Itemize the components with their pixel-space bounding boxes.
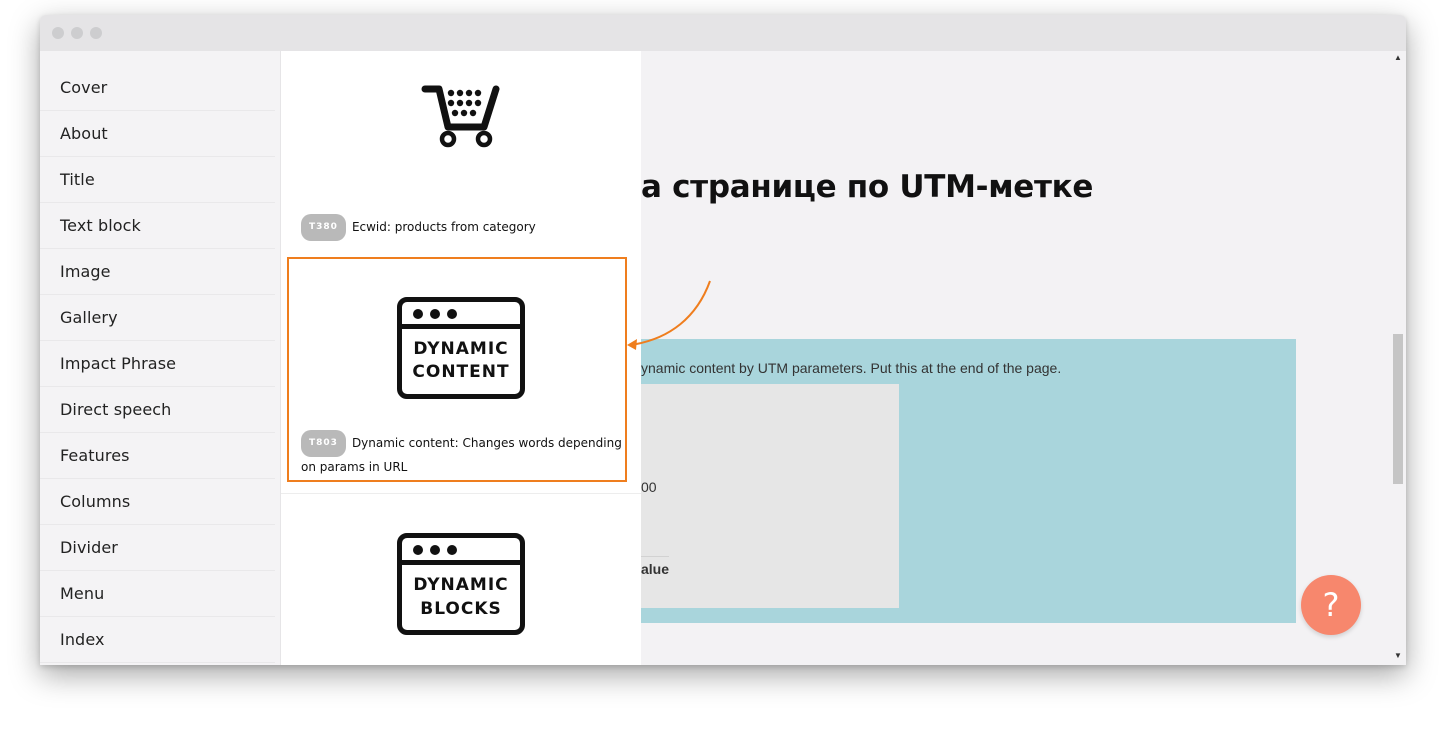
- scroll-down-arrow-icon[interactable]: ▼: [1394, 651, 1402, 660]
- preview-heading: а странице по UTM-метке: [641, 169, 1094, 205]
- field-underline: [641, 556, 669, 557]
- question-mark-icon: ?: [1322, 586, 1340, 624]
- category-impact-phrase[interactable]: Impact Phrase: [40, 341, 275, 387]
- settings-box: 00 alue: [641, 384, 899, 608]
- window-close-dot[interactable]: [52, 27, 64, 39]
- help-button[interactable]: ?: [1301, 575, 1361, 635]
- curved-arrow-icon: [627, 280, 711, 350]
- browser-window: Cover About Title Text block Image Galle…: [40, 15, 1406, 665]
- icon-text-line-1: DYNAMIC: [413, 575, 509, 595]
- block-caption: T803 Dynamic content: Changes words depen…: [301, 430, 623, 478]
- category-about[interactable]: About: [40, 111, 275, 157]
- category-label: Gallery: [60, 308, 118, 327]
- window-titlebar: [40, 15, 1406, 51]
- window-maximize-dot[interactable]: [90, 27, 102, 39]
- category-label: Impact Phrase: [60, 354, 177, 373]
- window-minimize-dot[interactable]: [71, 27, 83, 39]
- category-label: Image: [60, 262, 111, 281]
- scroll-thumb[interactable]: [1393, 334, 1403, 484]
- category-label: Title: [60, 170, 95, 189]
- dynamic-content-block[interactable]: ynamic content by UTM parameters. Put th…: [641, 339, 1296, 623]
- category-label: About: [60, 124, 108, 143]
- dynamic-blocks-icon: DYNAMIC BLOCKS: [397, 533, 527, 637]
- category-features[interactable]: Features: [40, 433, 275, 479]
- block-category-menu: Cover About Title Text block Image Galle…: [40, 51, 281, 665]
- block-code-badge: T803: [301, 430, 346, 457]
- category-direct-speech[interactable]: Direct speech: [40, 387, 275, 433]
- category-label: Columns: [60, 492, 131, 511]
- category-title[interactable]: Title: [40, 157, 275, 203]
- category-gallery[interactable]: Gallery: [40, 295, 275, 341]
- block-library-panel: T380 Ecwid: products from category DYNAMI…: [281, 51, 641, 665]
- category-label: Direct speech: [60, 400, 172, 419]
- block-title: Dynamic content: Changes words depending…: [301, 436, 622, 474]
- category-label: Divider: [60, 538, 118, 557]
- block-description: ynamic content by UTM parameters. Put th…: [641, 360, 1062, 376]
- block-separator: [281, 493, 641, 494]
- value-label: alue: [641, 561, 670, 577]
- category-label: Cover: [60, 78, 108, 97]
- category-index[interactable]: Index: [40, 617, 275, 663]
- icon-text-line-2: CONTENT: [412, 362, 510, 382]
- category-columns[interactable]: Columns: [40, 479, 275, 525]
- category-divider[interactable]: Divider: [40, 525, 275, 571]
- block-caption: T380 Ecwid: products from category: [301, 214, 631, 241]
- scroll-up-arrow-icon[interactable]: ▲: [1394, 53, 1402, 62]
- category-image[interactable]: Image: [40, 249, 275, 295]
- category-menu[interactable]: Menu: [40, 571, 275, 617]
- block-title: Ecwid: products from category: [351, 220, 536, 234]
- number-fragment: 00: [641, 479, 657, 495]
- icon-text-line-2: BLOCKS: [420, 599, 502, 619]
- category-label: Text block: [60, 216, 141, 235]
- category-text-block[interactable]: Text block: [40, 203, 275, 249]
- category-label: Index: [60, 630, 105, 649]
- category-cover[interactable]: Cover: [40, 65, 275, 111]
- icon-text-line-1: DYNAMIC: [413, 339, 509, 359]
- block-code-badge: T380: [301, 214, 346, 241]
- page-scrollbar[interactable]: ▲ ▼: [1391, 51, 1406, 665]
- category-label: Menu: [60, 584, 105, 603]
- page-preview: а странице по UTM-метке ynamic content b…: [641, 51, 1391, 665]
- block-card-t803[interactable]: DYNAMIC CONTENT T803 Dynamic content: Cha…: [287, 257, 627, 482]
- category-label: Features: [60, 446, 130, 465]
- shopping-cart-icon: [421, 85, 500, 148]
- dynamic-content-icon: DYNAMIC CONTENT: [397, 297, 527, 401]
